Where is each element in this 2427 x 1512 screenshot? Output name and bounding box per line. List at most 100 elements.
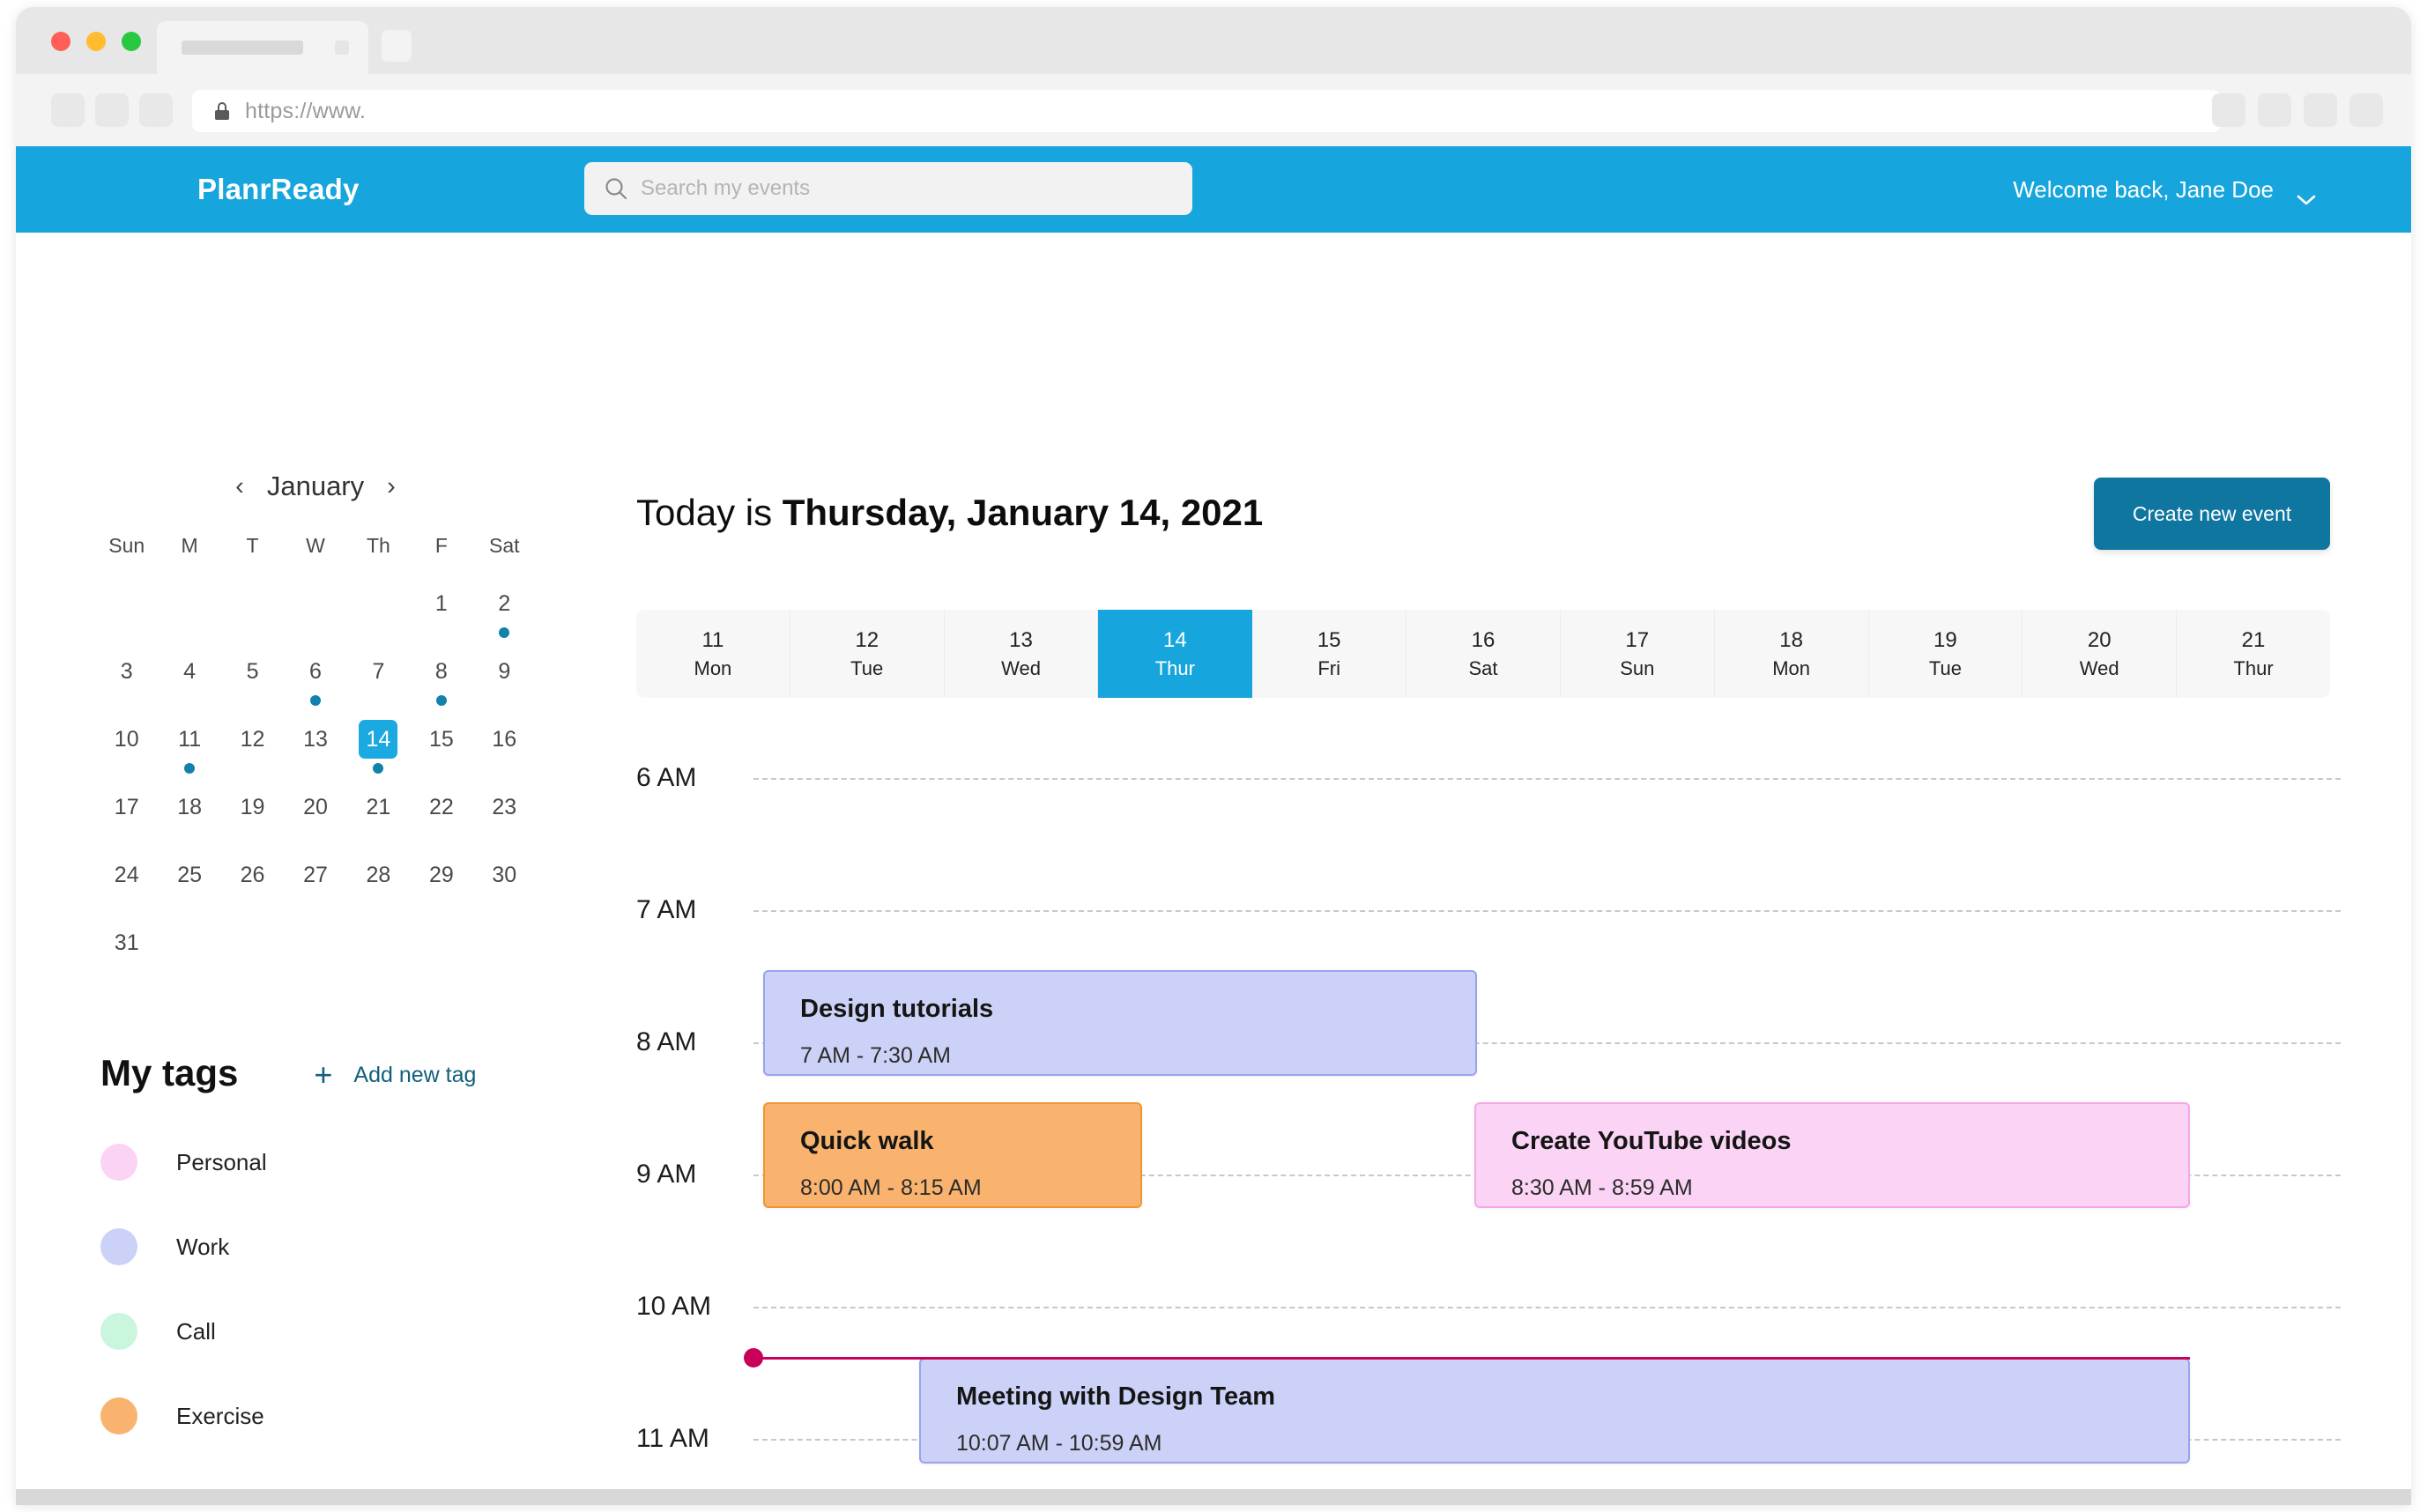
minimize-window-button[interactable] (86, 32, 106, 51)
search-box[interactable] (584, 162, 1192, 215)
mini-calendar-day[interactable]: 31 (95, 923, 158, 991)
mini-calendar-day-number: 3 (120, 658, 133, 684)
day-strip-weekday: Wed (2079, 656, 2119, 679)
event-title: Meeting with Design Team (956, 1382, 1276, 1411)
chevron-left-icon[interactable]: ‹ (235, 472, 244, 501)
day-strip-weekday: Fri (1317, 656, 1340, 679)
browser-menu-button[interactable] (2349, 93, 2383, 127)
mini-calendar-day-number: 4 (183, 658, 197, 684)
mini-calendar-day-number: 25 (177, 862, 203, 887)
mini-calendar-day[interactable]: 13 (284, 720, 346, 788)
mini-calendar-day[interactable]: 6 (284, 652, 346, 720)
mini-calendar-day-number: 23 (492, 794, 517, 819)
search-input[interactable] (641, 176, 1134, 201)
mini-calendar-header: ‹ January › (95, 471, 536, 502)
mini-calendar-day[interactable]: 23 (473, 788, 536, 856)
mini-calendar-blank (95, 584, 158, 652)
browser-window: https://www. PlanrReady Welco (16, 7, 2411, 1505)
day-strip-cell[interactable]: 12 Tue (790, 610, 945, 698)
traffic-lights (51, 32, 141, 51)
chevron-right-icon[interactable]: › (387, 472, 396, 501)
calendar-event[interactable]: Quick walk 8:00 AM - 8:15 AM (763, 1102, 1142, 1208)
mini-calendar-day[interactable]: 15 (410, 720, 472, 788)
create-new-event-button[interactable]: Create new event (2094, 478, 2330, 550)
new-tab-button[interactable] (382, 30, 412, 62)
forward-button[interactable] (95, 93, 129, 127)
mini-calendar-day[interactable]: 21 (347, 788, 410, 856)
mini-calendar-day-number: 5 (246, 658, 259, 684)
current-time-line (752, 1357, 2190, 1360)
extension-button-3[interactable] (2304, 93, 2337, 127)
hour-label: 9 AM (636, 1160, 697, 1189)
tag-item[interactable]: Call (100, 1313, 559, 1350)
mini-calendar-blank (158, 584, 220, 652)
day-strip-weekday: Sat (1468, 656, 1498, 679)
hour-label: 7 AM (636, 895, 697, 924)
mini-calendar-day[interactable]: 20 (284, 788, 346, 856)
day-strip-cell[interactable]: 15 Fri (1252, 610, 1407, 698)
mini-calendar-day[interactable]: 24 (95, 856, 158, 923)
calendar-event[interactable]: Meeting with Design Team 10:07 AM - 10:59… (919, 1358, 2190, 1464)
day-strip-cell[interactable]: 13 Wed (945, 610, 1099, 698)
day-strip-cell[interactable]: 19 Tue (1869, 610, 2023, 698)
search-icon (604, 176, 628, 201)
mini-calendar-day[interactable]: 26 (221, 856, 284, 923)
mini-calendar-day[interactable]: 7 (347, 652, 410, 720)
close-window-button[interactable] (51, 32, 71, 51)
mini-calendar-day[interactable]: 11 (158, 720, 220, 788)
day-strip-cell[interactable]: 20 Wed (2022, 610, 2178, 698)
mini-calendar-day[interactable]: 18 (158, 788, 220, 856)
mini-calendar-day[interactable]: 4 (158, 652, 220, 720)
back-button[interactable] (51, 93, 85, 127)
reload-button[interactable] (139, 93, 173, 127)
mini-calendar-day[interactable]: 2 (473, 584, 536, 652)
day-strip-number: 17 (1625, 627, 1650, 652)
close-icon[interactable] (335, 41, 349, 55)
calendar-event[interactable]: Design tutorials 7 AM - 7:30 AM (763, 970, 1477, 1076)
day-strip-cell[interactable]: 11 Mon (636, 610, 790, 698)
tag-item[interactable]: Personal (100, 1144, 559, 1181)
tags-header: My tags + Add new tag (100, 1052, 559, 1094)
day-strip-cell[interactable]: 14 Thur (1098, 610, 1253, 698)
day-strip-weekday: Sun (1620, 656, 1655, 679)
mini-calendar-day[interactable]: 5 (221, 652, 284, 720)
mini-calendar: ‹ January › Sun M T W Th F Sat 1 2 3 4 5 6 7 8 9 10 11 12 1… (95, 471, 536, 991)
mini-calendar-day[interactable]: 19 (221, 788, 284, 856)
mini-calendar-day[interactable]: 14 (347, 720, 410, 788)
mini-calendar-day[interactable]: 1 (410, 584, 472, 652)
mini-calendar-day[interactable]: 22 (410, 788, 472, 856)
address-bar[interactable]: https://www. (192, 90, 2221, 132)
day-strip-cell[interactable]: 18 Mon (1715, 610, 1869, 698)
day-strip-cell[interactable]: 17 Sun (1561, 610, 1715, 698)
mini-calendar-day[interactable]: 30 (473, 856, 536, 923)
extension-button-1[interactable] (2212, 93, 2245, 127)
mini-calendar-day[interactable]: 27 (284, 856, 346, 923)
mini-calendar-day[interactable]: 12 (221, 720, 284, 788)
mini-calendar-day[interactable]: 25 (158, 856, 220, 923)
maximize-window-button[interactable] (122, 32, 141, 51)
app-logo[interactable]: PlanrReady (197, 173, 360, 206)
event-dot (499, 627, 510, 638)
tag-item[interactable]: Work (100, 1228, 559, 1265)
day-strip-number: 11 (701, 627, 724, 652)
calendar-event[interactable]: Create YouTube videos 8:30 AM - 8:59 AM (1474, 1102, 2190, 1208)
mini-calendar-day[interactable]: 8 (410, 652, 472, 720)
add-new-tag-button[interactable]: + Add new tag (314, 1059, 476, 1091)
mini-calendar-day[interactable]: 10 (95, 720, 158, 788)
extension-button-2[interactable] (2258, 93, 2291, 127)
mini-calendar-day[interactable]: 16 (473, 720, 536, 788)
mini-calendar-day[interactable]: 3 (95, 652, 158, 720)
day-strip-cell[interactable]: 21 Thur (2177, 610, 2330, 698)
day-timeline: 6 AM7 AM8 AM9 AM10 AM11 AM12 PMDesign tu… (608, 763, 2411, 1505)
mini-calendar-day[interactable]: 17 (95, 788, 158, 856)
hour-gridline (753, 778, 2341, 780)
day-strip-cell[interactable]: 16 Sat (1406, 610, 1561, 698)
toolbar-actions (2212, 93, 2383, 127)
mini-calendar-day[interactable]: 28 (347, 856, 410, 923)
browser-tab[interactable] (157, 21, 368, 74)
mini-calendar-day[interactable]: 9 (473, 652, 536, 720)
tag-item[interactable]: Exercise (100, 1397, 559, 1434)
user-menu[interactable]: Welcome back, Jane Doe (2013, 176, 2316, 205)
tag-list: Personal Work Call Exercise (100, 1144, 559, 1434)
mini-calendar-day[interactable]: 29 (410, 856, 472, 923)
